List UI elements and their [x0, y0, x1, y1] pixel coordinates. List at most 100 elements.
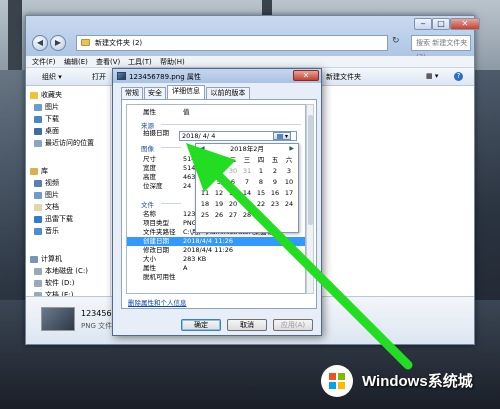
calendar-day[interactable]: 2: [269, 167, 281, 176]
view-options-icon[interactable]: ▦ ▾: [426, 72, 438, 80]
apply-button[interactable]: 应用(A): [273, 319, 313, 331]
calendar-day[interactable]: 7: [241, 178, 253, 187]
calendar-dropdown-button[interactable]: ▾: [273, 132, 291, 140]
header-property: 属性: [143, 108, 156, 116]
row-value: 24: [183, 182, 192, 190]
property-list-scrollbar[interactable]: [306, 104, 314, 294]
row-date-created[interactable]: 创建日期 2018/4/4 11:26: [127, 237, 305, 246]
menu-view[interactable]: 查看(V): [96, 57, 120, 67]
row-key: 项目类型: [143, 219, 169, 227]
row-date-modified[interactable]: 修改日期 2018/4/4 11:26: [127, 246, 305, 255]
calendar-day[interactable]: 20: [227, 200, 239, 209]
nav-item-music[interactable]: 音乐: [34, 226, 59, 236]
nav-item-recent[interactable]: 最近访问的位置: [34, 138, 94, 148]
minimize-button[interactable]: ‒: [414, 18, 432, 30]
calendar-day[interactable]: 28: [241, 211, 253, 220]
ok-button[interactable]: 确定: [181, 319, 221, 331]
calendar-next-button[interactable]: ▶: [289, 145, 294, 152]
calendar-day[interactable]: 30: [227, 167, 239, 176]
calendar-day[interactable]: 13: [227, 189, 239, 198]
calendar-day[interactable]: 28: [199, 167, 211, 176]
calendar-day[interactable]: 14: [241, 189, 253, 198]
nav-favorites[interactable]: 收藏夹: [30, 90, 62, 100]
organize-button[interactable]: 组织 ▾: [42, 72, 62, 82]
calendar-popup[interactable]: 2018年2月 ◀ ▶ 日一二三四五六 28 29 30 31 1 2 3 4 5 6 7 8 9 10 11…: [195, 143, 299, 233]
scrollbar-thumb[interactable]: [308, 115, 313, 225]
calendar-day[interactable]: 6: [227, 178, 239, 187]
windows-logo-icon: [321, 365, 353, 397]
nav-item-documents[interactable]: 文档: [34, 202, 59, 212]
close-button[interactable]: ✕: [450, 18, 480, 30]
nav-item-desktop[interactable]: 桌面: [34, 126, 59, 136]
calendar-day[interactable]: 22: [255, 200, 267, 209]
calendar-day[interactable]: 19: [213, 200, 225, 209]
menu-tools[interactable]: 工具(T): [128, 57, 152, 67]
nav-drive-d[interactable]: 软件 (D:): [34, 278, 74, 288]
calendar-day[interactable]: 17: [283, 189, 295, 198]
menu-file[interactable]: 文件(F): [32, 57, 56, 67]
maximize-button[interactable]: □: [432, 18, 450, 30]
nav-item-pictures[interactable]: 图片: [34, 102, 59, 112]
calendar-day[interactable]: 3: [283, 167, 295, 176]
pictures-icon: [34, 191, 42, 199]
open-button[interactable]: 打开: [92, 72, 106, 82]
cancel-button[interactable]: 取消: [227, 319, 267, 331]
row-offline[interactable]: 脱机可用性: [127, 273, 305, 282]
calendar-day[interactable]: 29: [213, 167, 225, 176]
tab-details[interactable]: 详细信息: [167, 85, 205, 99]
new-folder-button[interactable]: 新建文件夹: [326, 72, 361, 82]
tab-general[interactable]: 常规: [121, 87, 143, 99]
nav-item-videos[interactable]: 视频: [34, 178, 59, 188]
back-button[interactable]: ◀: [32, 35, 48, 51]
nav-item-downloads[interactable]: 下载: [34, 114, 59, 124]
calendar-day[interactable]: 23: [269, 200, 281, 209]
calendar-day[interactable]: 27: [227, 211, 239, 220]
calendar-day[interactable]: 8: [255, 178, 267, 187]
row-key: 文件夹路径: [143, 228, 176, 236]
address-bar[interactable]: 新建文件夹 (2): [76, 35, 388, 51]
nav-libraries[interactable]: 库: [30, 166, 48, 176]
calendar-day[interactable]: 21: [241, 200, 253, 209]
calendar-day[interactable]: 1: [255, 167, 267, 176]
row-key: 高度: [143, 173, 156, 181]
calendar-prev-button[interactable]: ◀: [200, 145, 205, 152]
nav-computer[interactable]: 计算机: [30, 254, 62, 264]
property-list[interactable]: 属性 值 来源 拍摄日期 图像 尺寸 514 x 宽度 514 像 高度 463 像 …: [126, 104, 306, 294]
calendar-weekday: 五: [271, 156, 279, 164]
menu-edit[interactable]: 编辑(E): [64, 57, 88, 67]
dialog-close-button[interactable]: ✕: [293, 70, 319, 81]
calendar-day[interactable]: 18: [199, 200, 211, 209]
nav-drive-c[interactable]: 本地磁盘 (C:): [34, 266, 88, 276]
search-input[interactable]: 搜索 新建文件夹 (2): [411, 35, 471, 61]
tab-previous-versions[interactable]: 以前的版本: [206, 87, 250, 99]
dialog-title: 123456789.png 属性: [129, 73, 201, 81]
calendar-day[interactable]: 24: [283, 200, 295, 209]
remove-properties-link[interactable]: 删除属性和个人信息: [128, 297, 187, 307]
calendar-day[interactable]: 5: [213, 178, 225, 187]
music-icon: [34, 227, 42, 235]
calendar-day[interactable]: 4: [199, 178, 211, 187]
nav-item-lib-pictures[interactable]: 图片: [34, 190, 59, 200]
image-file-icon: [117, 72, 126, 80]
calendar-day[interactable]: 31: [241, 167, 253, 176]
calendar-day[interactable]: 12: [213, 189, 225, 198]
group-divider: [161, 124, 301, 125]
calendar-day[interactable]: 26: [213, 211, 225, 220]
forward-button[interactable]: ▶: [50, 35, 66, 51]
row-attributes[interactable]: 属性 A: [127, 264, 305, 273]
calendar-day[interactable]: 25: [199, 211, 211, 220]
calendar-day[interactable]: 11: [199, 189, 211, 198]
nav-item-thunder[interactable]: 迅雷下载: [34, 214, 73, 224]
calendar-day[interactable]: 15: [255, 189, 267, 198]
tab-security[interactable]: 安全: [144, 87, 166, 99]
calendar-day[interactable]: 10: [283, 178, 295, 187]
refresh-icon[interactable]: ↻: [392, 36, 400, 46]
folder-icon: [81, 39, 90, 46]
help-icon[interactable]: ?: [454, 72, 463, 81]
row-size[interactable]: 大小 283 KB: [127, 255, 305, 264]
videos-icon: [34, 179, 42, 187]
calendar-day[interactable]: 16: [269, 189, 281, 198]
row-key: 属性: [143, 264, 156, 272]
menu-help[interactable]: 帮助(H): [160, 57, 185, 67]
calendar-day[interactable]: 9: [269, 178, 281, 187]
